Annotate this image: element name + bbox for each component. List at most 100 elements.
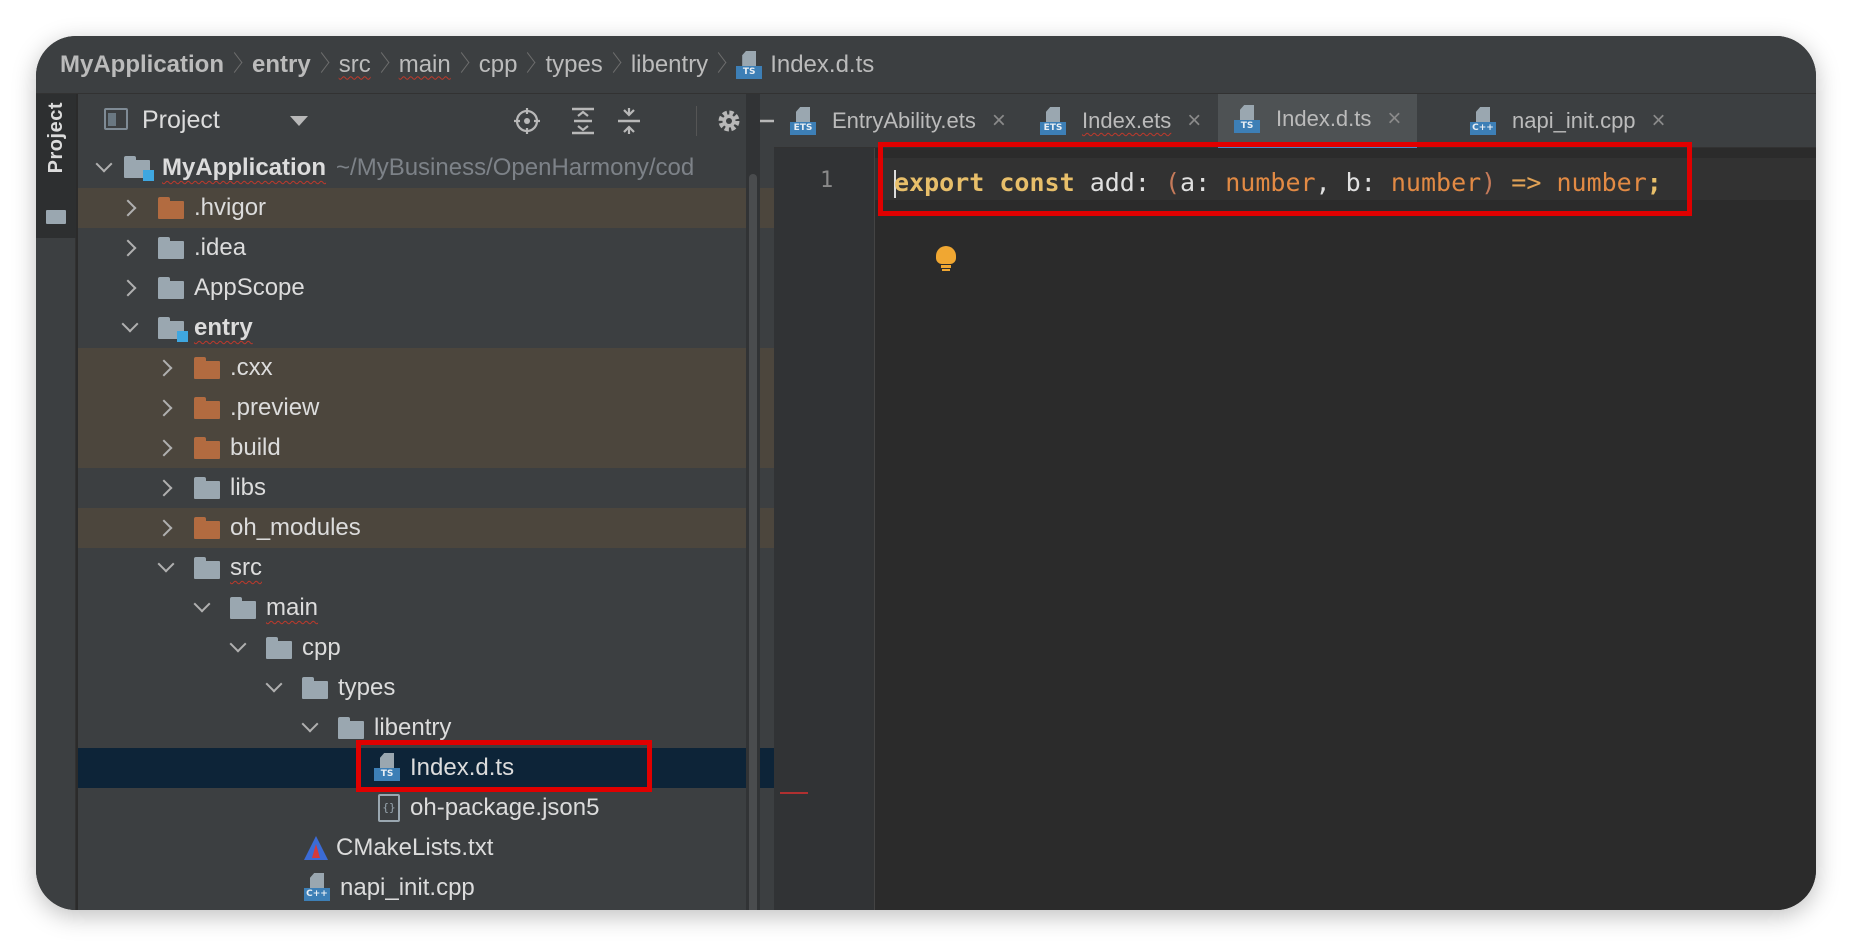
tree-row-build[interactable]: build	[78, 428, 780, 468]
chevron-down-icon[interactable]	[301, 715, 319, 733]
chevron-right-icon[interactable]	[119, 239, 137, 257]
breadcrumb: MyApplication entry src main cpp types l…	[36, 36, 1816, 94]
tree-label: main	[266, 594, 319, 621]
gear-icon[interactable]	[714, 106, 744, 136]
tree-row-myapplication[interactable]: MyApplication ~/MyBusiness/OpenHarmony/co…	[78, 148, 780, 188]
tree-label: oh-package.json5	[410, 794, 600, 821]
chevron-down-icon[interactable]	[157, 555, 175, 573]
folder-icon	[194, 517, 220, 539]
tree-row-src[interactable]: src	[78, 548, 780, 588]
project-tree: MyApplication ~/MyBusiness/OpenHarmony/co…	[78, 148, 780, 908]
project-view-selector[interactable]: Project	[142, 106, 220, 135]
tree-label: MyApplication ~/MyBusiness/OpenHarmony/co…	[162, 154, 695, 181]
tree-label: Index.d.ts	[410, 754, 515, 781]
folder-icon	[158, 197, 184, 219]
breadcrumb-item-entry[interactable]: entry	[252, 50, 339, 80]
chevron-right-icon	[228, 50, 242, 80]
locate-icon[interactable]	[512, 106, 542, 136]
breadcrumb-item-libentry[interactable]: libentry	[631, 50, 736, 80]
breadcrumb-item-src[interactable]: src	[339, 50, 399, 80]
chevron-right-icon	[521, 50, 535, 80]
project-tool-window-tab[interactable]: Project	[36, 94, 76, 238]
tree-label: types	[338, 674, 396, 701]
tree-label: oh_modules	[230, 514, 361, 541]
folder-icon	[230, 597, 256, 619]
chevron-right-icon[interactable]	[155, 519, 173, 537]
code-punct: (	[1164, 168, 1181, 197]
chevron-down-icon[interactable]	[265, 675, 283, 693]
chevron-right-icon[interactable]	[155, 399, 173, 417]
tool-window-stripe: Project	[36, 94, 76, 910]
collapse-all-icon[interactable]	[614, 106, 644, 136]
tree-label: CMakeLists.txt	[336, 834, 494, 861]
lightbulb-icon[interactable]	[936, 246, 956, 271]
chevron-right-icon[interactable]	[155, 479, 173, 497]
chevron-right-icon[interactable]	[119, 279, 137, 297]
expand-all-icon[interactable]	[568, 106, 598, 136]
chevron-down-icon[interactable]	[95, 155, 113, 173]
breadcrumb-item-index-d-ts[interactable]: TS Index.d.ts	[736, 50, 874, 79]
close-icon[interactable]: ×	[1387, 105, 1401, 133]
tree-row-oh-modules[interactable]: oh_modules	[78, 508, 780, 548]
chevron-right-icon	[712, 50, 726, 80]
breadcrumb-label: main	[398, 50, 451, 78]
tree-row-oh-package-json5[interactable]: {} oh-package.json5	[78, 788, 780, 828]
project-panel-header: Project	[78, 94, 787, 148]
tab-entryability-ets[interactable]: ETS EntryAbility.ets ×	[790, 94, 1006, 148]
folder-icon	[194, 357, 220, 379]
tree-row-cmakelists[interactable]: CMakeLists.txt	[78, 828, 780, 868]
code-punct: ;	[1646, 168, 1662, 197]
breadcrumb-item-main[interactable]: main	[399, 50, 479, 80]
tree-label: libs	[230, 474, 267, 501]
tree-row-hvigor[interactable]: .hvigor	[78, 188, 780, 228]
breadcrumb-item-myapplication[interactable]: MyApplication	[60, 50, 252, 80]
tree-label: AppScope	[194, 274, 305, 301]
editor-gutter	[774, 148, 874, 910]
gutter-separator	[874, 148, 875, 910]
tab-index-d-ts[interactable]: TS Index.d.ts ×	[1218, 94, 1418, 148]
tree-row-types[interactable]: types	[78, 668, 780, 708]
tree-row-preview[interactable]: .preview	[78, 388, 780, 428]
scrollbar-thumb[interactable]	[749, 174, 757, 910]
close-icon[interactable]: ×	[1187, 107, 1201, 135]
project-tab-label: Project	[45, 102, 67, 174]
breadcrumb-item-types[interactable]: types	[545, 50, 630, 80]
code-punct: ,	[1315, 168, 1331, 197]
tab-label: Index.d.ts	[1276, 106, 1372, 131]
chevron-down-icon[interactable]	[121, 315, 139, 333]
tree-row-napi-init-cpp[interactable]: C++ napi_init.cpp	[78, 868, 780, 908]
chevron-right-icon[interactable]	[155, 359, 173, 377]
tree-row-idea[interactable]: .idea	[78, 228, 780, 268]
tab-label: Index.ets	[1082, 108, 1172, 133]
tree-row-entry[interactable]: entry	[78, 308, 780, 348]
chevron-right-icon[interactable]	[119, 199, 137, 217]
tree-row-libs[interactable]: libs	[78, 468, 780, 508]
folder-icon	[194, 477, 220, 499]
folder-icon	[302, 677, 328, 699]
breadcrumb-label: cpp	[478, 50, 518, 78]
chevron-down-icon[interactable]	[193, 595, 211, 613]
chevron-right-icon[interactable]	[155, 439, 173, 457]
code-type: number	[1390, 168, 1482, 197]
folder-icon	[158, 277, 184, 299]
code-type: number	[1556, 168, 1647, 197]
project-scrollbar[interactable]	[746, 94, 760, 910]
tab-index-ets[interactable]: ETS Index.ets ×	[1040, 94, 1201, 148]
editor: ETS EntryAbility.ets × ETS Index.ets × T…	[774, 94, 1816, 910]
tree-row-appscope[interactable]: AppScope	[78, 268, 780, 308]
breadcrumb-item-cpp[interactable]: cpp	[479, 50, 546, 80]
close-icon[interactable]: ×	[992, 107, 1006, 135]
caret-down-icon[interactable]	[290, 116, 308, 126]
tree-label: .hvigor	[194, 194, 267, 221]
project-view-icon	[104, 108, 128, 130]
tree-row-cpp[interactable]: cpp	[78, 628, 780, 668]
code-line[interactable]: export const add: (a: number, b: number)…	[894, 168, 1662, 198]
close-icon[interactable]: ×	[1652, 107, 1666, 135]
tree-row-libentry[interactable]: libentry	[78, 708, 780, 748]
tree-row-cxx[interactable]: .cxx	[78, 348, 780, 388]
tree-row-main[interactable]: main	[78, 588, 780, 628]
typescript-file-icon: TS	[736, 50, 763, 79]
tab-napi-init-cpp[interactable]: C++ napi_init.cpp ×	[1470, 94, 1666, 148]
chevron-down-icon[interactable]	[229, 635, 247, 653]
tree-row-index-d-ts[interactable]: TS Index.d.ts	[78, 748, 780, 788]
